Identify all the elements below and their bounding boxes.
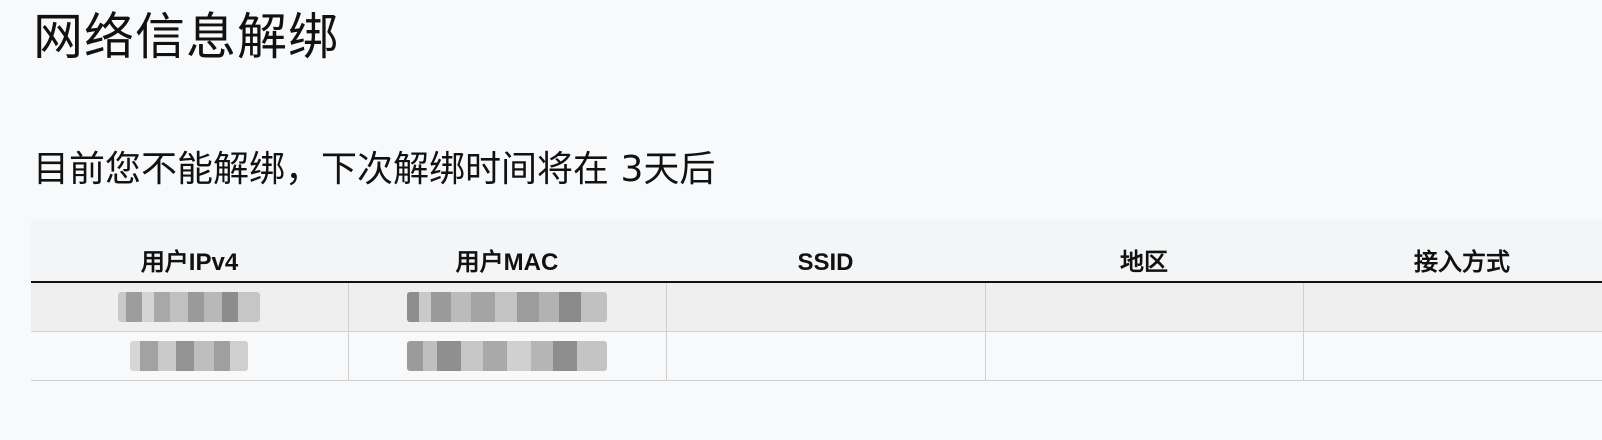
cell-region	[985, 331, 1304, 381]
cell-ipv4	[31, 331, 349, 381]
page-title: 网络信息解绑	[33, 8, 339, 66]
redacted-ipv4	[130, 341, 249, 371]
network-info-table: 用户IPv4 用户MAC SSID 地区 接入方式	[31, 220, 1602, 381]
table-header-row: 用户IPv4 用户MAC SSID 地区 接入方式	[31, 220, 1602, 283]
redacted-ipv4	[118, 292, 261, 322]
cell-region	[985, 282, 1304, 332]
table-row	[31, 331, 1602, 381]
cell-ipv4	[31, 282, 349, 332]
column-header-region: 地区	[985, 220, 1303, 283]
table-row	[31, 282, 1602, 332]
unbind-status-message: 目前您不能解绑，下次解绑时间将在 3天后	[33, 149, 716, 190]
redacted-mac	[407, 341, 607, 371]
cell-mac	[348, 331, 667, 381]
column-header-ipv4: 用户IPv4	[31, 220, 348, 283]
redacted-mac	[407, 292, 607, 322]
cell-access-method	[1303, 331, 1602, 381]
cell-ssid	[666, 282, 986, 332]
cell-ssid	[666, 331, 986, 381]
column-header-mac: 用户MAC	[348, 220, 666, 283]
cell-access-method	[1303, 282, 1602, 332]
network-info-table-container: 用户IPv4 用户MAC SSID 地区 接入方式	[31, 220, 1602, 381]
cell-mac	[348, 282, 667, 332]
column-header-ssid: SSID	[666, 220, 985, 283]
column-header-access-method: 接入方式	[1303, 220, 1602, 283]
